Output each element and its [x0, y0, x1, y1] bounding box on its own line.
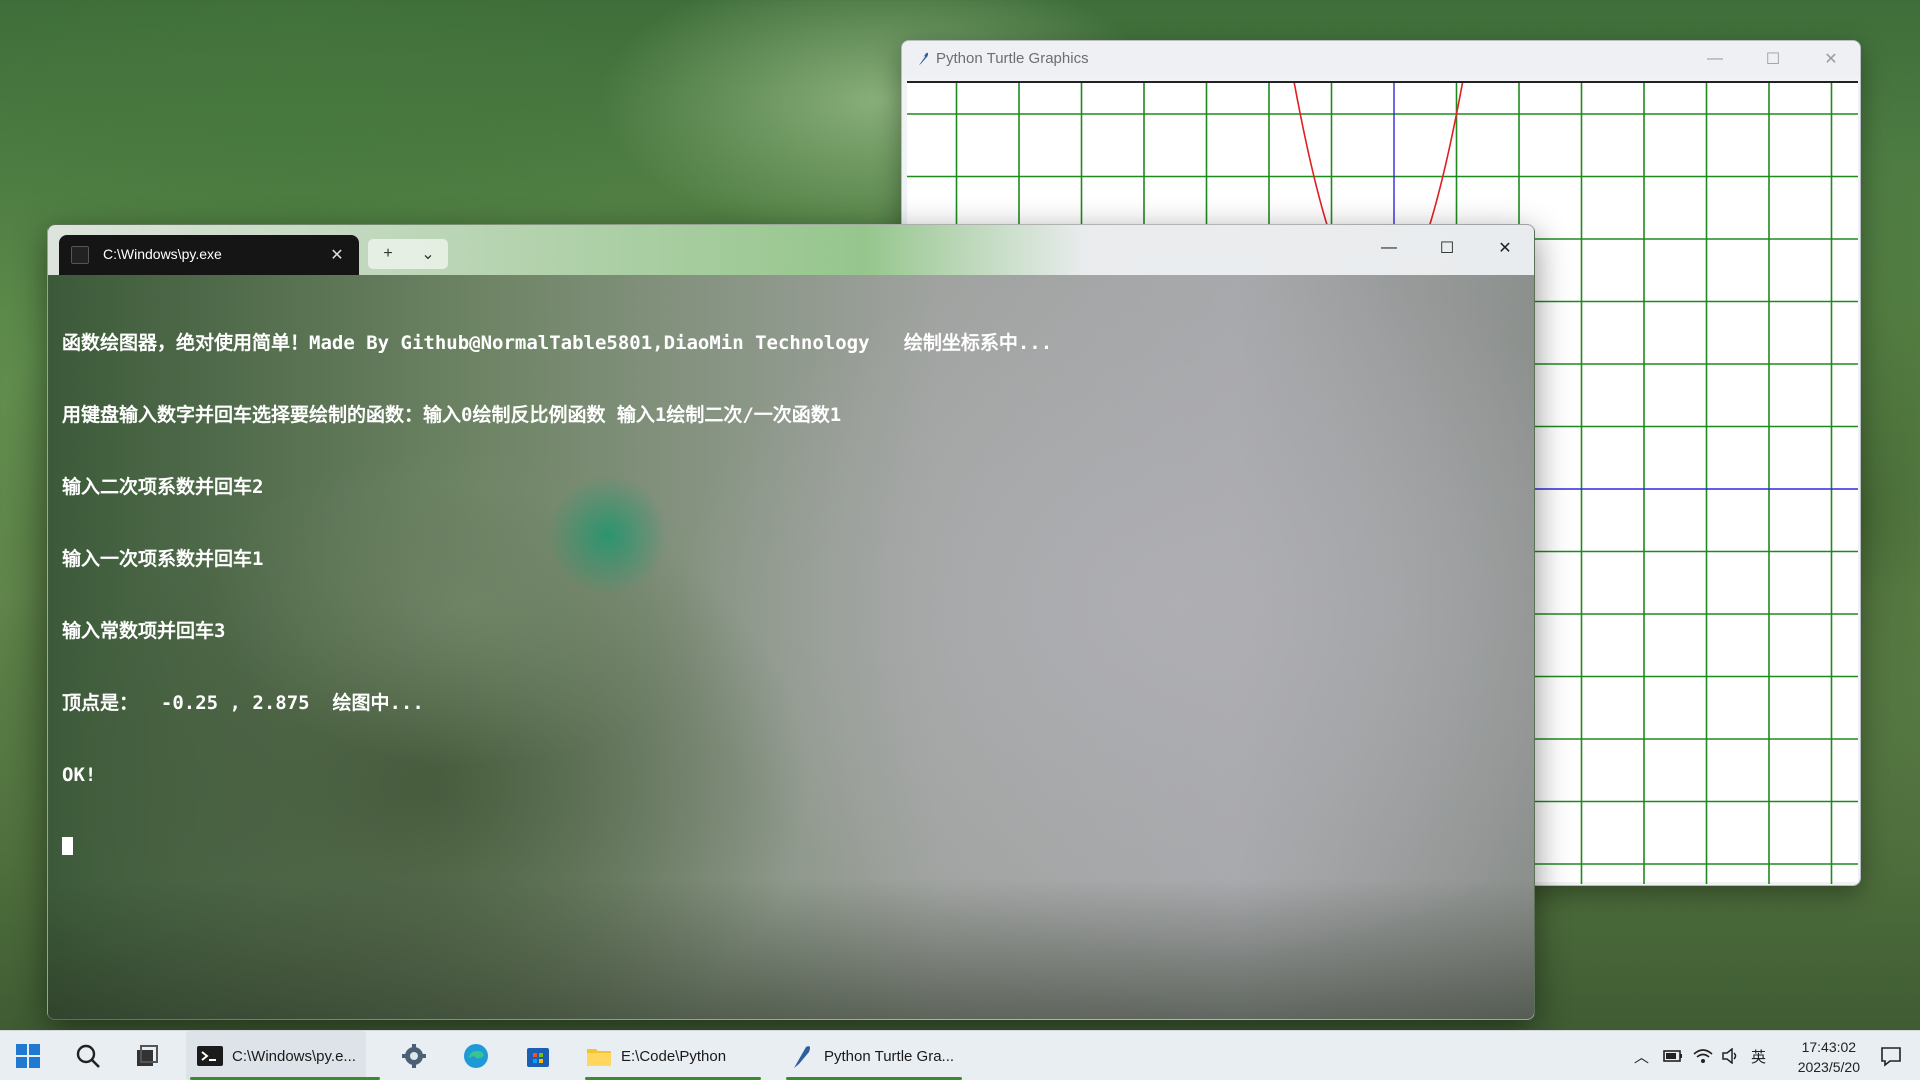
folder-icon [587, 1049, 611, 1066]
terminal-close-button[interactable]: ✕ [1476, 225, 1534, 271]
chevron-up-icon[interactable]: ︿ [1634, 1046, 1649, 1067]
terminal-tabbar[interactable]: C:\Windows\py.exe ✕ + ⌄ — ☐ ✕ [48, 225, 1534, 275]
settings-button[interactable] [400, 1031, 428, 1080]
close-icon: ✕ [1498, 240, 1512, 257]
clock-time: 17:43:02 [1801, 1039, 1857, 1055]
search-icon [76, 1044, 100, 1068]
windows-icon [16, 1044, 40, 1068]
notification-icon [1881, 1047, 1901, 1067]
tab-dropdown-button[interactable]: ⌄ [408, 239, 448, 269]
turtle-window-title: Python Turtle Graphics [936, 50, 1089, 67]
task-view-button[interactable] [133, 1031, 161, 1080]
taskbar-app-terminal[interactable]: C:\Windows\py.e... [186, 1031, 366, 1080]
wifi-icon[interactable] [1693, 1048, 1713, 1064]
taskbar-app-label: C:\Windows\py.e... [232, 1047, 356, 1065]
minimize-icon: — [1381, 239, 1397, 256]
terminal-line: 输入二次项系数并回车2 [62, 476, 264, 498]
tab-py-exe[interactable]: C:\Windows\py.exe ✕ [59, 235, 359, 275]
terminal-maximize-button[interactable]: ☐ [1418, 225, 1476, 271]
text-cursor [62, 837, 73, 855]
start-button[interactable] [14, 1031, 42, 1080]
feather-icon [917, 52, 929, 67]
minimize-button[interactable]: — [1686, 41, 1744, 77]
terminal-line: 输入一次项系数并回车1 [62, 548, 264, 570]
tab-close-button[interactable]: ✕ [325, 243, 349, 267]
taskbar-app-explorer[interactable]: E:\Code\Python [575, 1031, 736, 1080]
terminal-icon [197, 1046, 223, 1066]
store-icon [527, 1048, 549, 1067]
tab-title: C:\Windows\py.exe [103, 246, 222, 262]
terminal-line: 输入常数项并回车3 [62, 620, 226, 642]
gear-icon [402, 1044, 426, 1068]
maximize-button[interactable]: ☐ [1744, 41, 1802, 77]
clock-date: 2023/5/20 [1797, 1059, 1860, 1075]
taskbar-app-turtle[interactable]: Python Turtle Gra... [778, 1031, 964, 1080]
terminal-minimize-button[interactable]: — [1360, 225, 1418, 271]
terminal-window[interactable]: C:\Windows\py.exe ✕ + ⌄ — ☐ ✕ 函数绘图器，绝对使用… [47, 224, 1535, 1020]
taskbar: C:\Windows\py.e... E:\Code\Python Python… [0, 1030, 1920, 1080]
taskbar-app-label: Python Turtle Gra... [824, 1047, 955, 1065]
terminal-output[interactable]: 函数绘图器，绝对使用简单！Made By Github@NormalTable5… [62, 283, 1520, 1019]
terminal-line: 顶点是： -0.25 , 2.875 绘图中... [62, 692, 424, 714]
system-tray: ︿ 英 [1634, 1031, 1766, 1080]
feather-icon [794, 1046, 810, 1068]
edge-icon [464, 1044, 488, 1068]
task-view-icon [137, 1045, 158, 1066]
store-button[interactable] [524, 1031, 552, 1080]
taskbar-app-label: E:\Code\Python [621, 1047, 727, 1065]
edge-button[interactable] [462, 1031, 490, 1080]
ime-indicator[interactable]: 英 [1751, 1046, 1766, 1067]
minimize-icon: — [1707, 50, 1723, 67]
terminal-line: OK! [62, 764, 97, 786]
turtle-titlebar[interactable]: Python Turtle Graphics — ☐ ✕ [902, 41, 1860, 77]
maximize-icon: ☐ [1765, 51, 1781, 68]
search-button[interactable] [74, 1031, 102, 1080]
battery-icon[interactable] [1663, 1049, 1683, 1063]
new-tab-group: + ⌄ [368, 239, 448, 269]
clock[interactable]: 17:43:02 2023/5/20 [1798, 1037, 1860, 1077]
new-tab-button[interactable]: + [368, 239, 408, 269]
terminal-line: 函数绘图器，绝对使用简单！Made By Github@NormalTable5… [62, 332, 1053, 354]
close-icon: ✕ [1824, 51, 1838, 68]
notification-button[interactable] [1880, 1031, 1902, 1080]
terminal-icon [71, 246, 89, 264]
close-button[interactable]: ✕ [1802, 41, 1860, 77]
maximize-icon: ☐ [1439, 240, 1455, 257]
volume-icon[interactable] [1721, 1048, 1739, 1064]
terminal-line: 用键盘输入数字并回车选择要绘制的函数：输入0绘制反比例函数 输入1绘制二次/一次… [62, 404, 842, 426]
